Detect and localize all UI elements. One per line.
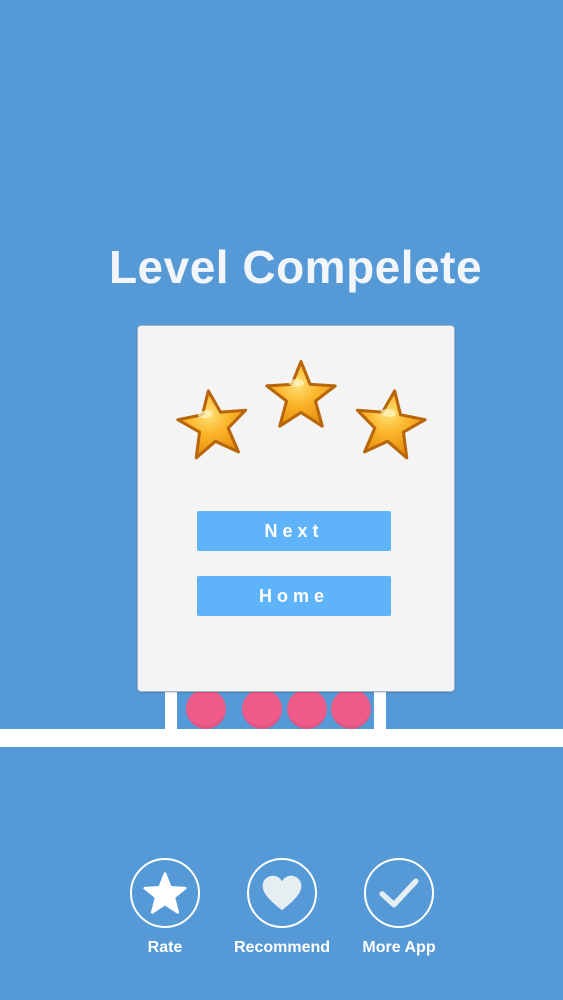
recommend-button[interactable] <box>247 858 317 928</box>
star-icon <box>143 872 187 914</box>
cup-right-wall <box>374 688 386 733</box>
ground-line <box>0 729 563 747</box>
ball <box>242 689 282 729</box>
home-button[interactable]: Home <box>197 576 391 616</box>
star-icon <box>176 389 248 460</box>
rate-button[interactable] <box>130 858 200 928</box>
ball <box>287 689 327 729</box>
cup-left-wall <box>165 688 177 733</box>
next-button[interactable]: Next <box>197 511 391 551</box>
level-complete-title: Level Compelete <box>108 241 483 293</box>
checkmark-icon <box>379 878 419 908</box>
star-icon <box>265 360 337 428</box>
ball <box>331 689 371 729</box>
star-icon <box>355 389 427 460</box>
heart-icon <box>262 875 302 911</box>
ball <box>186 689 226 729</box>
more-app-label: More App <box>362 939 436 956</box>
more-app-button[interactable] <box>364 858 434 928</box>
